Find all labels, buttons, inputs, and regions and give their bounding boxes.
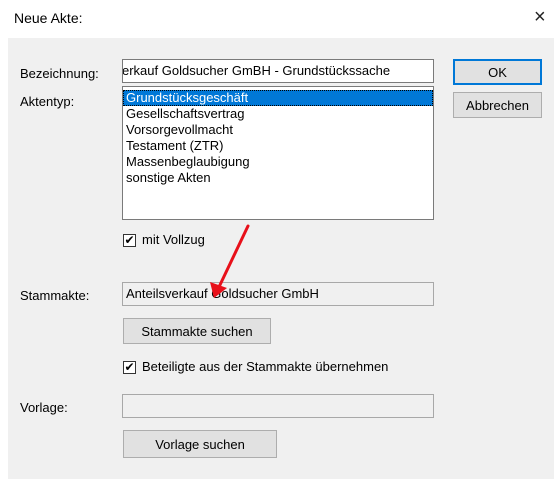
red-arrow-icon [210,224,250,298]
